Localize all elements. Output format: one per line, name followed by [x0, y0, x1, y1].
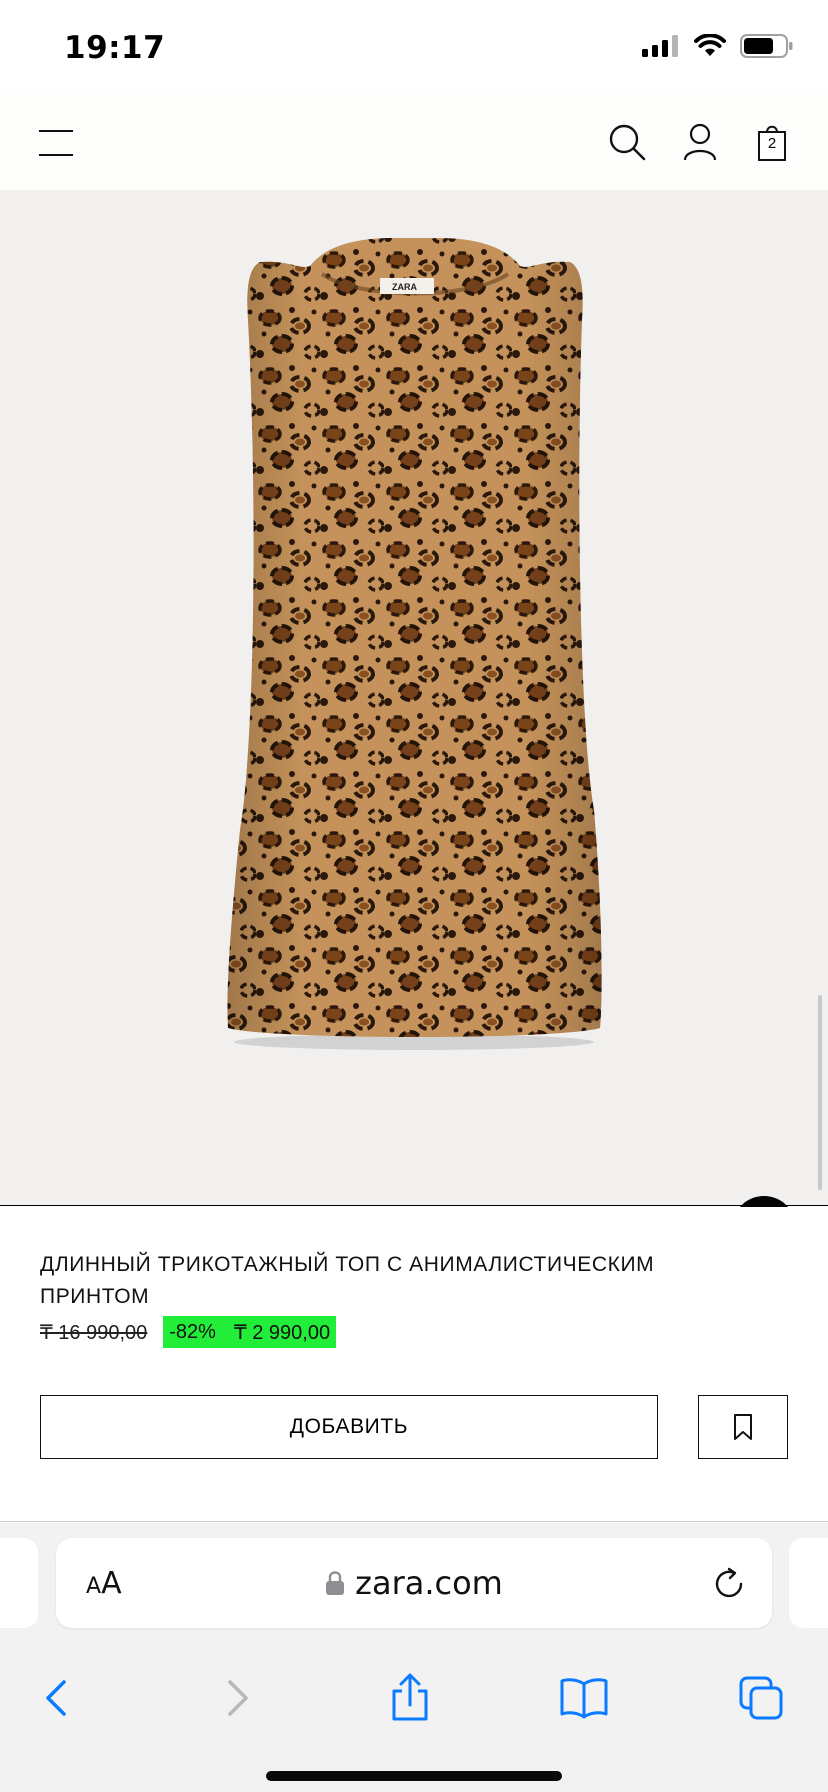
product-info: ДЛИННЫЙ ТРИКОТАЖНЫЙ ТОП С АНИМАЛИСТИЧЕСК…	[0, 1207, 828, 1522]
status-bar: 19:17	[0, 0, 828, 94]
battery-icon	[740, 34, 793, 58]
old-price: ₸ 16 990,00	[40, 1321, 148, 1344]
user-icon[interactable]	[680, 122, 720, 162]
price-row: ₸ 16 990,00 -82% ₸ 2 990,00	[40, 1316, 337, 1348]
site-header: 2	[0, 94, 828, 190]
leopard-dress-image: ZARA	[227, 238, 602, 1050]
url-text: zara.com	[355, 1564, 503, 1602]
bookmark-button[interactable]	[698, 1395, 788, 1459]
wifi-icon	[694, 34, 726, 56]
new-price: ₸ 2 990,00	[233, 1321, 331, 1344]
status-time: 19:17	[64, 30, 166, 66]
product-title: ДЛИННЫЙ ТРИКОТАЖНЫЙ ТОП С АНИМАЛИСТИЧЕСК…	[40, 1253, 655, 1308]
forward-icon[interactable]	[212, 1673, 262, 1723]
bag-icon[interactable]: 2	[752, 122, 792, 162]
previous-tab-preview[interactable]	[0, 1538, 38, 1628]
reload-icon[interactable]	[712, 1567, 746, 1601]
status-icons	[642, 34, 794, 58]
dress-label-brand: ZARA	[392, 282, 417, 292]
product-image[interactable]: ZARA	[0, 190, 828, 1260]
discount-percent: -82%	[169, 1320, 216, 1343]
home-indicator	[266, 1771, 562, 1781]
search-icon[interactable]	[607, 122, 647, 162]
sale-price-badge: -82% ₸ 2 990,00	[163, 1316, 337, 1348]
browser-toolbar	[0, 1653, 828, 1753]
menu-icon[interactable]	[39, 130, 73, 156]
tabs-icon[interactable]	[736, 1673, 786, 1723]
next-tab-preview[interactable]	[789, 1538, 828, 1628]
back-icon[interactable]	[32, 1673, 82, 1723]
cellular-signal-icon	[642, 35, 678, 57]
url-field[interactable]: zara.com	[56, 1538, 772, 1628]
address-bar[interactable]: AA zara.com	[56, 1538, 772, 1628]
add-to-cart-button[interactable]: ДОБАВИТЬ	[40, 1395, 658, 1459]
share-icon[interactable]	[385, 1673, 435, 1723]
scroll-indicator[interactable]	[818, 995, 822, 1190]
bookmark-icon	[734, 1414, 752, 1440]
browser-chrome: AA zara.com	[0, 1523, 828, 1792]
cart-count: 2	[767, 135, 777, 152]
lock-icon	[326, 1571, 345, 1595]
bookmarks-icon[interactable]	[559, 1673, 609, 1723]
